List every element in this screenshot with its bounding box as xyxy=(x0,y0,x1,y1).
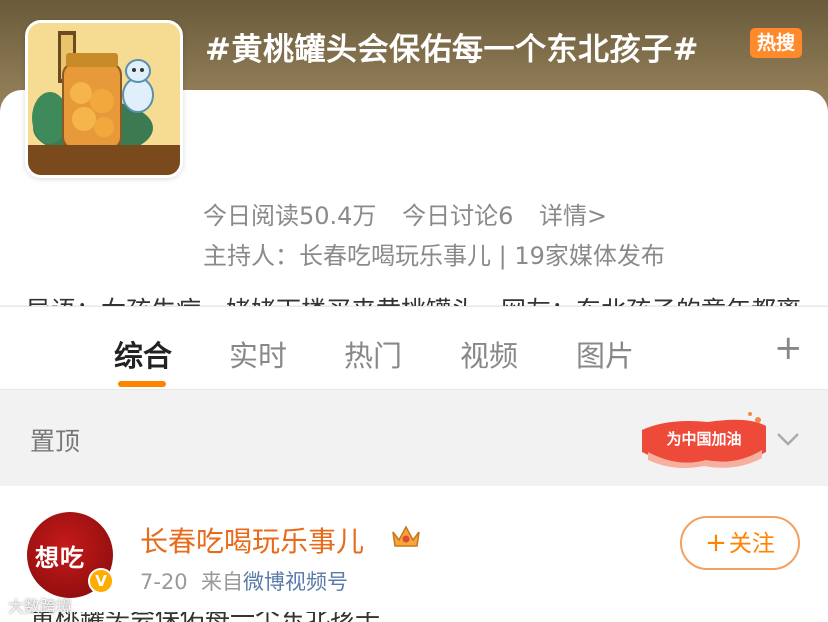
discuss-count: 今日讨论6 xyxy=(402,202,514,230)
topic-cover-image xyxy=(25,20,183,178)
peach-jar-illustration xyxy=(28,23,180,175)
verified-badge-icon: V xyxy=(88,568,114,594)
promo-text: 为中国加油 xyxy=(666,430,741,448)
post-date: 7-20 xyxy=(140,570,188,594)
pinned-label: 置顶 xyxy=(30,427,81,456)
active-tab-indicator xyxy=(118,381,166,387)
cheer-for-china-promo[interactable]: 为中国加油 xyxy=(638,408,772,472)
post-text-cut-off: 黄桃罐头会保佑每一个东北孩子 xyxy=(0,612,828,622)
tab-hot[interactable]: 热门 xyxy=(344,333,402,375)
tab-realtime[interactable]: 实时 xyxy=(229,333,287,375)
crown-icon xyxy=(390,522,422,550)
post-source[interactable]: 微博视频号 xyxy=(243,570,348,594)
source-prefix: 来自 xyxy=(201,570,244,594)
plus-icon: + xyxy=(705,528,727,558)
details-link[interactable]: 详情> xyxy=(539,202,607,230)
hot-badge: 热搜 xyxy=(750,28,802,58)
follow-label: 关注 xyxy=(728,531,775,557)
tab-comprehensive[interactable]: 综合 xyxy=(114,333,172,375)
topic-stats: 今日阅读50.4万 今日讨论6 详情> xyxy=(203,196,625,231)
avatar-text: 想吃 xyxy=(35,544,85,572)
tab-video[interactable]: 视频 xyxy=(460,333,518,375)
follow-button[interactable]: +关注 xyxy=(680,516,800,570)
cheer-badge-graphic: 为中国加油 xyxy=(642,412,766,468)
feed-tab-bar: 综合 实时 热门 视频 图片 + xyxy=(0,306,828,390)
add-tab-icon[interactable]: + xyxy=(774,331,803,365)
post-meta: 7-20 来自微博视频号 xyxy=(140,566,348,596)
topic-title: #黄桃罐头会保佑每一个东北孩子# xyxy=(205,32,699,68)
author-name[interactable]: 长春吃喝玩乐事儿 xyxy=(140,520,364,560)
topic-host[interactable]: 主持人：长春吃喝玩乐事儿 | 19家媒体发布 xyxy=(203,236,665,271)
read-count: 今日阅读50.4万 xyxy=(203,202,377,230)
post-card: 想吃 V 长春吃喝玩乐事儿 7-20 来自微博视频号 +关注 xyxy=(0,486,828,622)
watermark: 大数跨境 xyxy=(8,597,73,616)
chevron-down-icon[interactable] xyxy=(776,428,800,453)
tab-pictures[interactable]: 图片 xyxy=(576,333,634,375)
